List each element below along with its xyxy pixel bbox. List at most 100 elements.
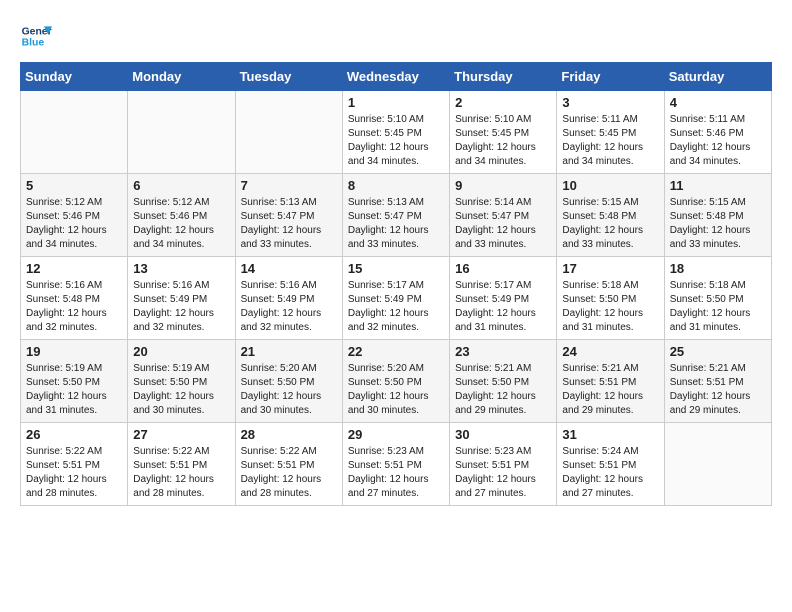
header-saturday: Saturday [664, 63, 771, 91]
day-info: Sunrise: 5:16 AM Sunset: 5:49 PM Dayligh… [241, 279, 337, 335]
calendar-day-18: 18 Sunrise: 5:18 AM Sunset: 5:50 PM Dayli… [664, 257, 771, 340]
day-number: 23 [455, 344, 551, 359]
calendar-day-23: 23 Sunrise: 5:21 AM Sunset: 5:50 PM Dayli… [450, 340, 557, 423]
calendar-header-row: SundayMondayTuesdayWednesdayThursdayFrid… [21, 63, 772, 91]
day-number: 11 [670, 178, 766, 193]
day-info: Sunrise: 5:17 AM Sunset: 5:49 PM Dayligh… [348, 279, 444, 335]
day-info: Sunrise: 5:10 AM Sunset: 5:45 PM Dayligh… [348, 113, 444, 169]
calendar-day-4: 4Sunrise: 5:11 AM Sunset: 5:46 PM Daylig… [664, 91, 771, 174]
calendar-week-row: 12Sunrise: 5:16 AM Sunset: 5:48 PM Dayli… [21, 257, 772, 340]
calendar-day-7: 7Sunrise: 5:13 AM Sunset: 5:47 PM Daylig… [235, 174, 342, 257]
calendar-day-8: 8 Sunrise: 5:13 AM Sunset: 5:47 PM Daylig… [342, 174, 449, 257]
calendar-day-19: 19 Sunrise: 5:19 AM Sunset: 5:50 PM Dayli… [21, 340, 128, 423]
calendar-day-15: 15 Sunrise: 5:17 AM Sunset: 5:49 PM Dayli… [342, 257, 449, 340]
calendar-day-empty [235, 91, 342, 174]
day-info: Sunrise: 5:12 AM Sunset: 5:46 PM Dayligh… [133, 196, 229, 252]
calendar-day-3: 3 Sunrise: 5:11 AM Sunset: 5:45 PM Daylig… [557, 91, 664, 174]
day-number: 25 [670, 344, 766, 359]
day-number: 10 [562, 178, 658, 193]
day-info: Sunrise: 5:22 AM Sunset: 5:51 PM Dayligh… [26, 445, 122, 501]
calendar-day-27: 27 Sunrise: 5:22 AM Sunset: 5:51 PM Dayli… [128, 423, 235, 506]
calendar-day-empty [664, 423, 771, 506]
calendar-day-31: 31 Sunrise: 5:24 AM Sunset: 5:51 PM Dayli… [557, 423, 664, 506]
calendar-day-29: 29 Sunrise: 5:23 AM Sunset: 5:51 PM Dayli… [342, 423, 449, 506]
page-header: General Blue [20, 20, 772, 52]
calendar-week-row: 1 Sunrise: 5:10 AM Sunset: 5:45 PM Daylig… [21, 91, 772, 174]
day-number: 7 [241, 178, 337, 193]
day-info: Sunrise: 5:13 AM Sunset: 5:47 PM Dayligh… [348, 196, 444, 252]
day-info: Sunrise: 5:18 AM Sunset: 5:50 PM Dayligh… [562, 279, 658, 335]
calendar-day-20: 20 Sunrise: 5:19 AM Sunset: 5:50 PM Dayli… [128, 340, 235, 423]
calendar-week-row: 5 Sunrise: 5:12 AM Sunset: 5:46 PM Daylig… [21, 174, 772, 257]
day-info: Sunrise: 5:15 AM Sunset: 5:48 PM Dayligh… [562, 196, 658, 252]
day-number: 13 [133, 261, 229, 276]
calendar-day-24: 24 Sunrise: 5:21 AM Sunset: 5:51 PM Dayli… [557, 340, 664, 423]
calendar-week-row: 26 Sunrise: 5:22 AM Sunset: 5:51 PM Dayli… [21, 423, 772, 506]
day-number: 29 [348, 427, 444, 442]
calendar-day-12: 12Sunrise: 5:16 AM Sunset: 5:48 PM Dayli… [21, 257, 128, 340]
day-info: Sunrise: 5:15 AM Sunset: 5:48 PM Dayligh… [670, 196, 766, 252]
calendar-day-1: 1 Sunrise: 5:10 AM Sunset: 5:45 PM Daylig… [342, 91, 449, 174]
day-info: Sunrise: 5:21 AM Sunset: 5:50 PM Dayligh… [455, 362, 551, 418]
day-number: 12 [26, 261, 122, 276]
header-wednesday: Wednesday [342, 63, 449, 91]
calendar-day-empty [21, 91, 128, 174]
day-info: Sunrise: 5:10 AM Sunset: 5:45 PM Dayligh… [455, 113, 551, 169]
day-info: Sunrise: 5:22 AM Sunset: 5:51 PM Dayligh… [133, 445, 229, 501]
day-number: 3 [562, 95, 658, 110]
calendar-day-22: 22 Sunrise: 5:20 AM Sunset: 5:50 PM Dayli… [342, 340, 449, 423]
logo-icon: General Blue [20, 20, 52, 52]
day-info: Sunrise: 5:17 AM Sunset: 5:49 PM Dayligh… [455, 279, 551, 335]
day-info: Sunrise: 5:18 AM Sunset: 5:50 PM Dayligh… [670, 279, 766, 335]
day-number: 5 [26, 178, 122, 193]
calendar-table: SundayMondayTuesdayWednesdayThursdayFrid… [20, 62, 772, 506]
day-number: 26 [26, 427, 122, 442]
day-number: 9 [455, 178, 551, 193]
logo: General Blue [20, 20, 56, 52]
calendar-day-11: 11 Sunrise: 5:15 AM Sunset: 5:48 PM Dayli… [664, 174, 771, 257]
calendar-day-17: 17Sunrise: 5:18 AM Sunset: 5:50 PM Dayli… [557, 257, 664, 340]
day-number: 30 [455, 427, 551, 442]
day-info: Sunrise: 5:21 AM Sunset: 5:51 PM Dayligh… [562, 362, 658, 418]
day-info: Sunrise: 5:20 AM Sunset: 5:50 PM Dayligh… [241, 362, 337, 418]
day-number: 27 [133, 427, 229, 442]
day-info: Sunrise: 5:14 AM Sunset: 5:47 PM Dayligh… [455, 196, 551, 252]
day-number: 21 [241, 344, 337, 359]
calendar-day-10: 10 Sunrise: 5:15 AM Sunset: 5:48 PM Dayli… [557, 174, 664, 257]
calendar-day-16: 16Sunrise: 5:17 AM Sunset: 5:49 PM Dayli… [450, 257, 557, 340]
calendar-day-2: 2 Sunrise: 5:10 AM Sunset: 5:45 PM Daylig… [450, 91, 557, 174]
calendar-week-row: 19 Sunrise: 5:19 AM Sunset: 5:50 PM Dayli… [21, 340, 772, 423]
day-number: 24 [562, 344, 658, 359]
day-info: Sunrise: 5:23 AM Sunset: 5:51 PM Dayligh… [348, 445, 444, 501]
day-number: 15 [348, 261, 444, 276]
day-number: 8 [348, 178, 444, 193]
calendar-day-5: 5 Sunrise: 5:12 AM Sunset: 5:46 PM Daylig… [21, 174, 128, 257]
calendar-day-25: 25Sunrise: 5:21 AM Sunset: 5:51 PM Dayli… [664, 340, 771, 423]
day-info: Sunrise: 5:19 AM Sunset: 5:50 PM Dayligh… [26, 362, 122, 418]
calendar-day-26: 26 Sunrise: 5:22 AM Sunset: 5:51 PM Dayli… [21, 423, 128, 506]
day-number: 22 [348, 344, 444, 359]
day-info: Sunrise: 5:16 AM Sunset: 5:49 PM Dayligh… [133, 279, 229, 335]
day-number: 28 [241, 427, 337, 442]
day-info: Sunrise: 5:19 AM Sunset: 5:50 PM Dayligh… [133, 362, 229, 418]
day-info: Sunrise: 5:22 AM Sunset: 5:51 PM Dayligh… [241, 445, 337, 501]
day-number: 2 [455, 95, 551, 110]
day-number: 20 [133, 344, 229, 359]
day-number: 19 [26, 344, 122, 359]
day-number: 4 [670, 95, 766, 110]
day-number: 31 [562, 427, 658, 442]
header-friday: Friday [557, 63, 664, 91]
header-monday: Monday [128, 63, 235, 91]
day-number: 18 [670, 261, 766, 276]
day-info: Sunrise: 5:20 AM Sunset: 5:50 PM Dayligh… [348, 362, 444, 418]
calendar-day-21: 21 Sunrise: 5:20 AM Sunset: 5:50 PM Dayli… [235, 340, 342, 423]
calendar-day-28: 28 Sunrise: 5:22 AM Sunset: 5:51 PM Dayli… [235, 423, 342, 506]
day-info: Sunrise: 5:24 AM Sunset: 5:51 PM Dayligh… [562, 445, 658, 501]
header-thursday: Thursday [450, 63, 557, 91]
svg-text:Blue: Blue [22, 38, 45, 49]
day-info: Sunrise: 5:12 AM Sunset: 5:46 PM Dayligh… [26, 196, 122, 252]
day-info: Sunrise: 5:11 AM Sunset: 5:45 PM Dayligh… [562, 113, 658, 169]
calendar-day-30: 30Sunrise: 5:23 AM Sunset: 5:51 PM Dayli… [450, 423, 557, 506]
header-tuesday: Tuesday [235, 63, 342, 91]
day-number: 1 [348, 95, 444, 110]
